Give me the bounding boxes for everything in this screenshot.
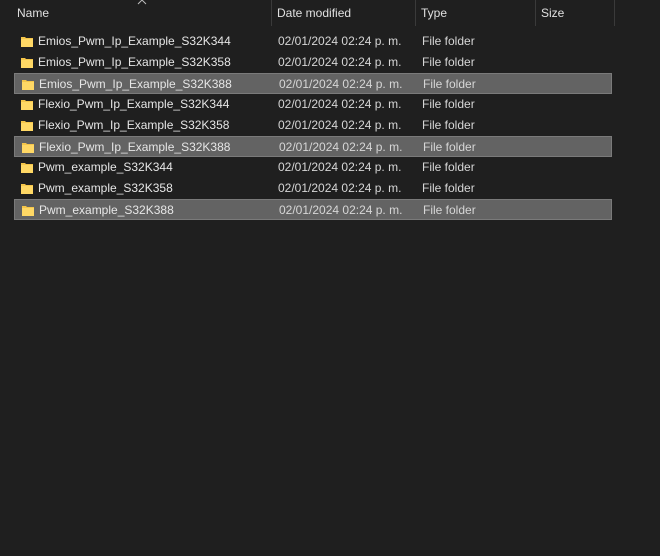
folder-icon [22,206,34,216]
file-type: File folder [422,97,475,111]
file-type: File folder [422,55,475,69]
file-row[interactable]: Flexio_Pwm_Ip_Example_S32K358 02/01/2024 … [14,115,612,136]
file-type: File folder [423,77,476,91]
file-row[interactable]: Emios_Pwm_Ip_Example_S32K344 02/01/2024 0… [14,31,612,52]
file-date-modified: 02/01/2024 02:24 p. m. [278,34,402,48]
column-header-bar: Name Date modified Type Size [0,0,660,26]
file-name[interactable]: Flexio_Pwm_Ip_Example_S32K344 [38,94,229,115]
file-date-modified: 02/01/2024 02:24 p. m. [278,181,402,195]
file-date-modified: 02/01/2024 02:24 p. m. [278,55,402,69]
file-date-modified: 02/01/2024 02:24 p. m. [279,77,403,91]
file-row[interactable]: Flexio_Pwm_Ip_Example_S32K388 02/01/2024 … [14,136,612,157]
file-row[interactable]: Flexio_Pwm_Ip_Example_S32K344 02/01/2024 … [14,94,612,115]
file-name[interactable]: Pwm_example_S32K358 [38,178,173,199]
file-list-view: Name Date modified Type Size Emios_Pwm_I… [0,0,660,556]
file-date-modified: 02/01/2024 02:24 p. m. [279,140,403,154]
column-divider[interactable] [614,0,615,26]
file-date-modified: 02/01/2024 02:24 p. m. [279,203,403,217]
folder-icon [21,163,33,173]
file-type: File folder [422,34,475,48]
column-header-type[interactable]: Type [415,0,535,26]
file-type: File folder [422,160,475,174]
folder-icon [21,121,33,131]
file-name[interactable]: Pwm_example_S32K344 [38,157,173,178]
file-name[interactable]: Flexio_Pwm_Ip_Example_S32K388 [39,137,230,158]
file-row[interactable]: Emios_Pwm_Ip_Example_S32K358 02/01/2024 0… [14,52,612,73]
file-date-modified: 02/01/2024 02:24 p. m. [278,160,402,174]
file-type: File folder [422,118,475,132]
folder-icon [21,58,33,68]
file-name[interactable]: Emios_Pwm_Ip_Example_S32K358 [38,52,231,73]
folder-icon [22,80,34,90]
folder-icon [21,100,33,110]
file-type: File folder [422,181,475,195]
file-row[interactable]: Emios_Pwm_Ip_Example_S32K388 02/01/2024 0… [14,73,612,94]
file-name[interactable]: Flexio_Pwm_Ip_Example_S32K358 [38,115,229,136]
folder-icon [21,184,33,194]
file-name[interactable]: Pwm_example_S32K388 [39,200,174,221]
file-row[interactable]: Pwm_example_S32K344 02/01/2024 02:24 p. m… [14,157,612,178]
file-row[interactable]: Pwm_example_S32K388 02/01/2024 02:24 p. m… [14,199,612,220]
file-type: File folder [423,203,476,217]
file-type: File folder [423,140,476,154]
file-name[interactable]: Emios_Pwm_Ip_Example_S32K344 [38,31,231,52]
file-date-modified: 02/01/2024 02:24 p. m. [278,97,402,111]
folder-icon [21,37,33,47]
column-header-date-modified[interactable]: Date modified [271,0,416,26]
file-name[interactable]: Emios_Pwm_Ip_Example_S32K388 [39,74,232,95]
column-header-name[interactable]: Name [11,0,271,26]
file-row[interactable]: Pwm_example_S32K358 02/01/2024 02:24 p. m… [14,178,612,199]
folder-icon [22,143,34,153]
column-header-size[interactable]: Size [535,0,615,26]
file-date-modified: 02/01/2024 02:24 p. m. [278,118,402,132]
